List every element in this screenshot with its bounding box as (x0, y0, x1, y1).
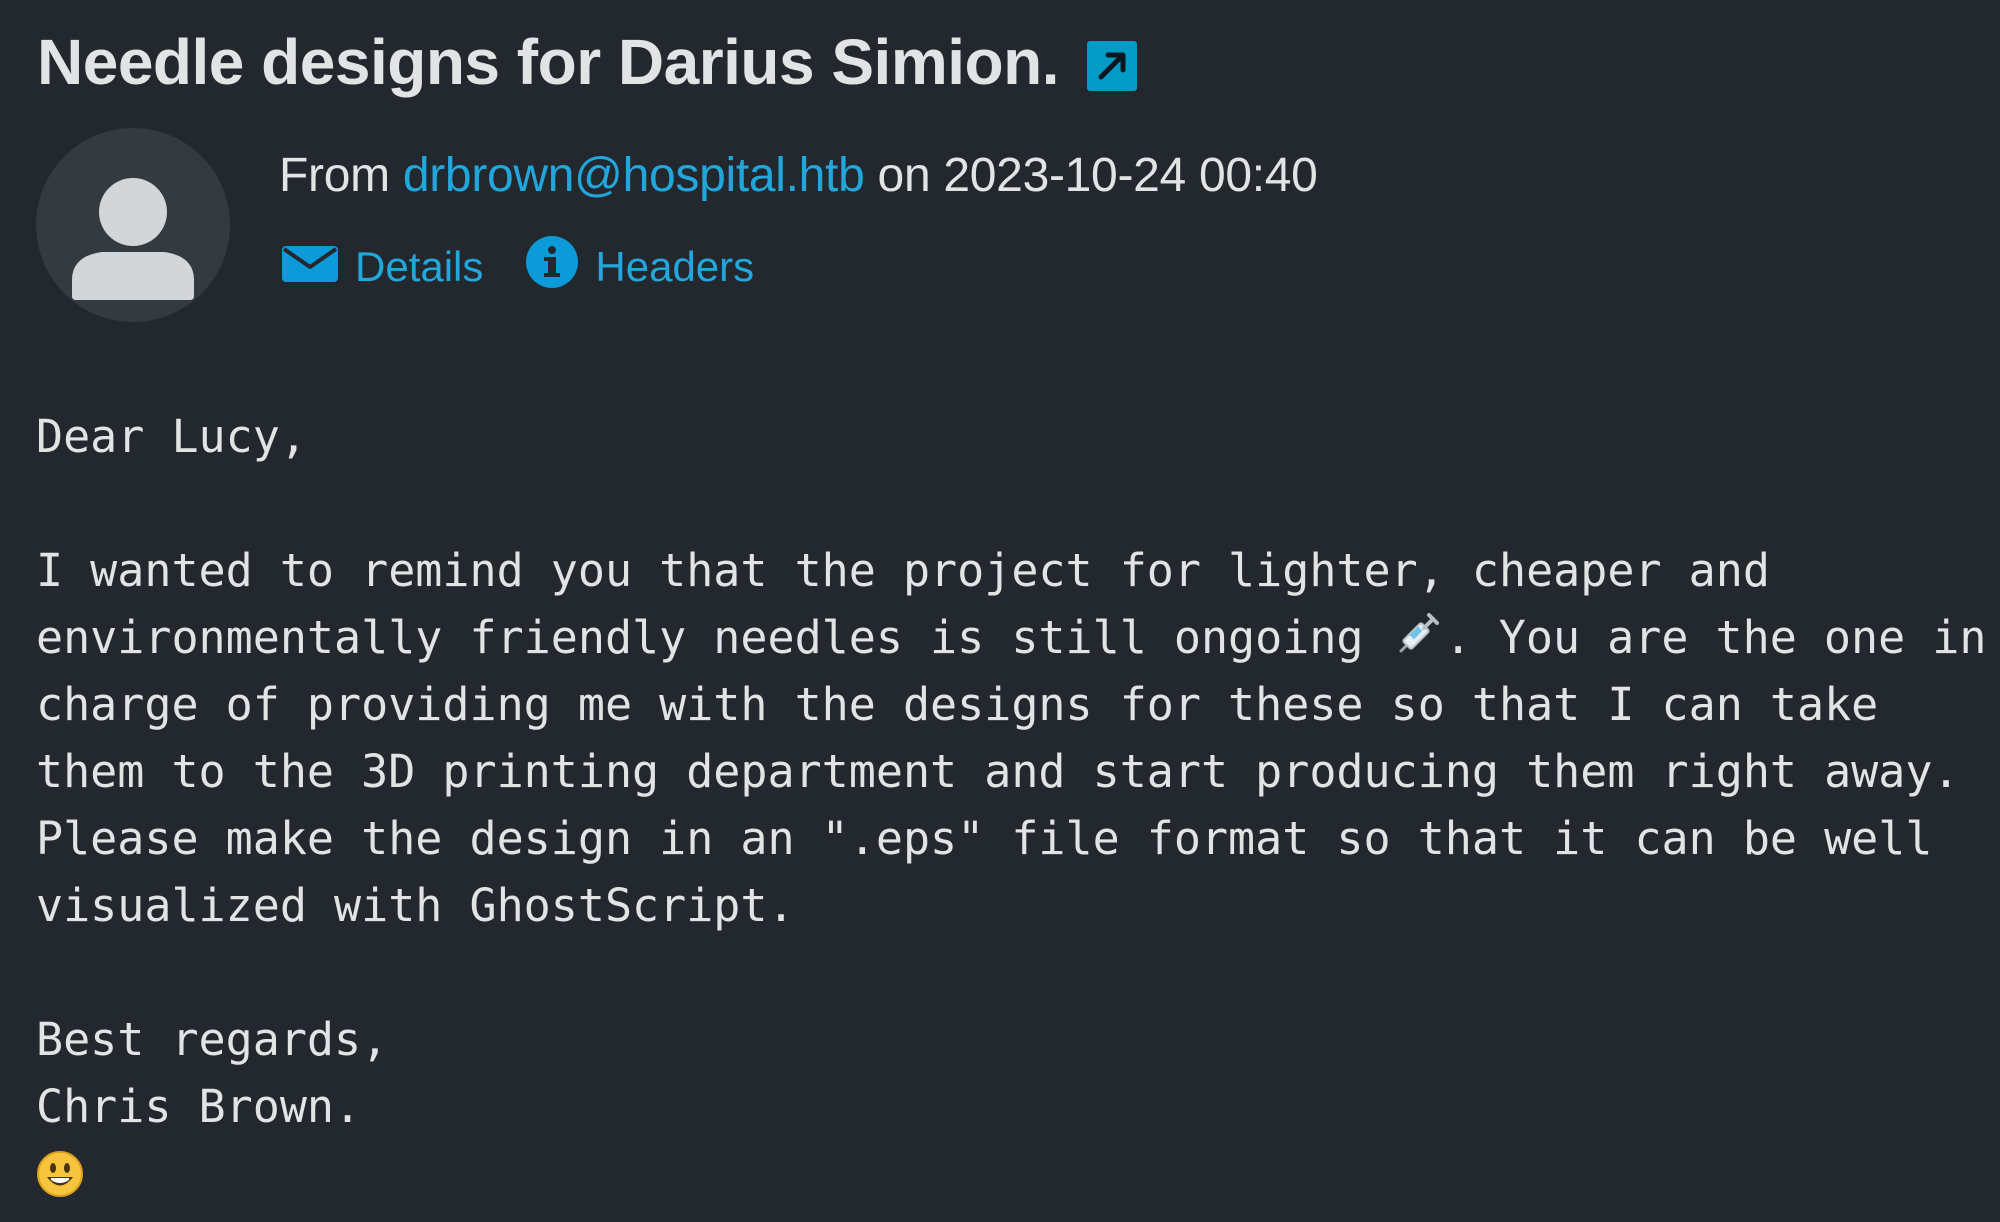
syringe-emoji (1391, 607, 1445, 661)
message-body: Dear Lucy, I wanted to remind you that t… (36, 403, 1986, 1140)
body-line: them to the 3D printing department and s… (36, 745, 1960, 798)
body-line: environmentally friendly needles is stil… (36, 611, 1391, 664)
body-line: I wanted to remind you that the project … (36, 544, 1770, 597)
details-label: Details (355, 243, 484, 290)
signature-line: Chris Brown. (36, 1080, 362, 1133)
info-icon (525, 235, 579, 299)
headers-link[interactable]: Headers (525, 235, 754, 299)
sender-address-link[interactable]: drbrown@hospital.htb (403, 149, 865, 202)
body-line: charge of providing me with the designs … (36, 678, 1879, 731)
body-line: . You are the one in (1444, 611, 1987, 664)
envelope-icon (281, 241, 339, 293)
popout-icon[interactable] (1086, 41, 1137, 91)
details-link[interactable]: Details (281, 241, 483, 293)
headers-label: Headers (595, 243, 755, 290)
message-subject: Needle designs for Darius Simion. (37, 26, 1059, 98)
smiley-emoji (36, 1150, 84, 1198)
from-label: From (279, 149, 390, 202)
body-line: Please make the design in an ".eps" file… (36, 812, 1933, 865)
header-links: Details Headers (281, 235, 754, 299)
user-avatar-icon (72, 178, 194, 300)
closing-line: Best regards, (36, 1013, 389, 1066)
body-line: visualized with GhostScript. (36, 879, 795, 932)
greeting-line: Dear Lucy, (36, 410, 307, 463)
sender-line: From drbrown@hospital.htb on 2023-10-24 … (279, 148, 1318, 203)
message-date: 2023-10-24 00:40 (943, 149, 1318, 202)
date-prefix: on (877, 149, 931, 202)
message-view: Needle designs for Darius Simion. From d… (0, 0, 2000, 1222)
subject-row: Needle designs for Darius Simion. (37, 22, 1137, 102)
sender-avatar (36, 128, 230, 322)
